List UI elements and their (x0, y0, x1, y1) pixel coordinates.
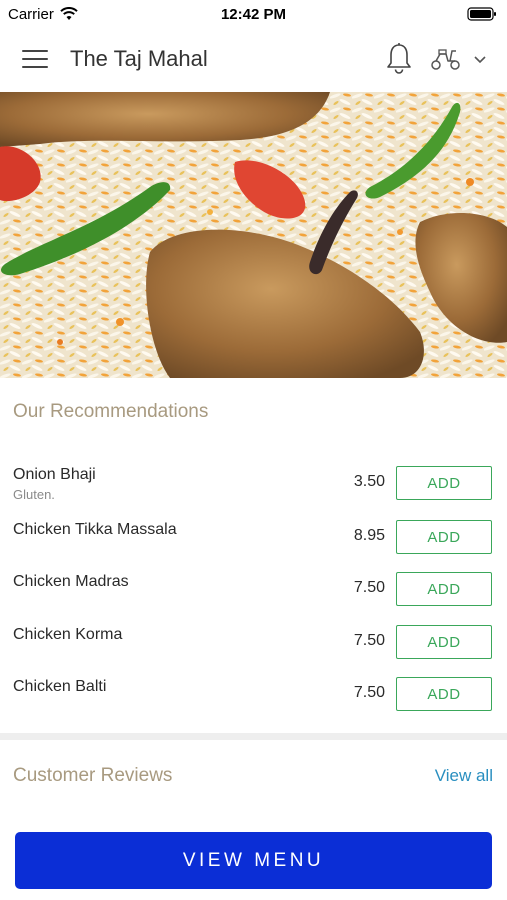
add-button[interactable]: ADD (396, 572, 492, 606)
status-left: Carrier (0, 6, 78, 23)
item-name: Chicken Tikka Massala (13, 521, 177, 538)
menu-item-chicken-madras: Chicken Madras 7.50 ADD (0, 572, 507, 624)
item-name: Chicken Balti (13, 678, 107, 695)
menu-item-chicken-korma: Chicken Korma 7.50 ADD (0, 625, 507, 677)
item-price: 7.50 (353, 684, 385, 701)
hero-image (0, 92, 507, 378)
item-name: Onion Bhaji (13, 466, 96, 483)
add-button[interactable]: ADD (396, 520, 492, 554)
add-button[interactable]: ADD (396, 677, 492, 711)
bell-icon[interactable] (384, 42, 414, 76)
item-price: 8.95 (353, 527, 385, 544)
menu-item-chicken-tikka-massala: Chicken Tikka Massala 8.95 ADD (0, 520, 507, 572)
status-right (467, 7, 507, 21)
battery-icon (467, 7, 496, 21)
item-description: Gluten. (13, 487, 55, 502)
status-bar: Carrier 12:42 PM (0, 0, 507, 28)
view-menu-button[interactable]: VIEW MENU (15, 832, 492, 889)
scooter-icon[interactable] (430, 46, 462, 72)
chevron-down-icon[interactable] (472, 52, 488, 66)
item-name: Chicken Korma (13, 626, 123, 643)
reviews-title: Customer Reviews (13, 765, 173, 786)
menu-icon[interactable] (22, 50, 48, 70)
item-price: 3.50 (353, 473, 385, 490)
restaurant-title: The Taj Mahal (70, 46, 208, 71)
wifi-icon (60, 7, 78, 20)
item-price: 7.50 (353, 632, 385, 649)
carrier-label: Carrier (8, 5, 54, 23)
add-button[interactable]: ADD (396, 625, 492, 659)
menu-item-chicken-balti: Chicken Balti 7.50 ADD (0, 677, 507, 729)
view-all-reviews-link[interactable]: View all (435, 766, 493, 786)
menu-item-onion-bhaji: Onion Bhaji Gluten. 3.50 ADD (0, 466, 507, 518)
recommendations-title: Our Recommendations (13, 401, 209, 422)
item-name: Chicken Madras (13, 573, 129, 590)
section-divider (0, 733, 507, 740)
nav-bar: The Taj Mahal (0, 28, 507, 92)
item-price: 7.50 (353, 579, 385, 596)
add-button[interactable]: ADD (396, 466, 492, 500)
